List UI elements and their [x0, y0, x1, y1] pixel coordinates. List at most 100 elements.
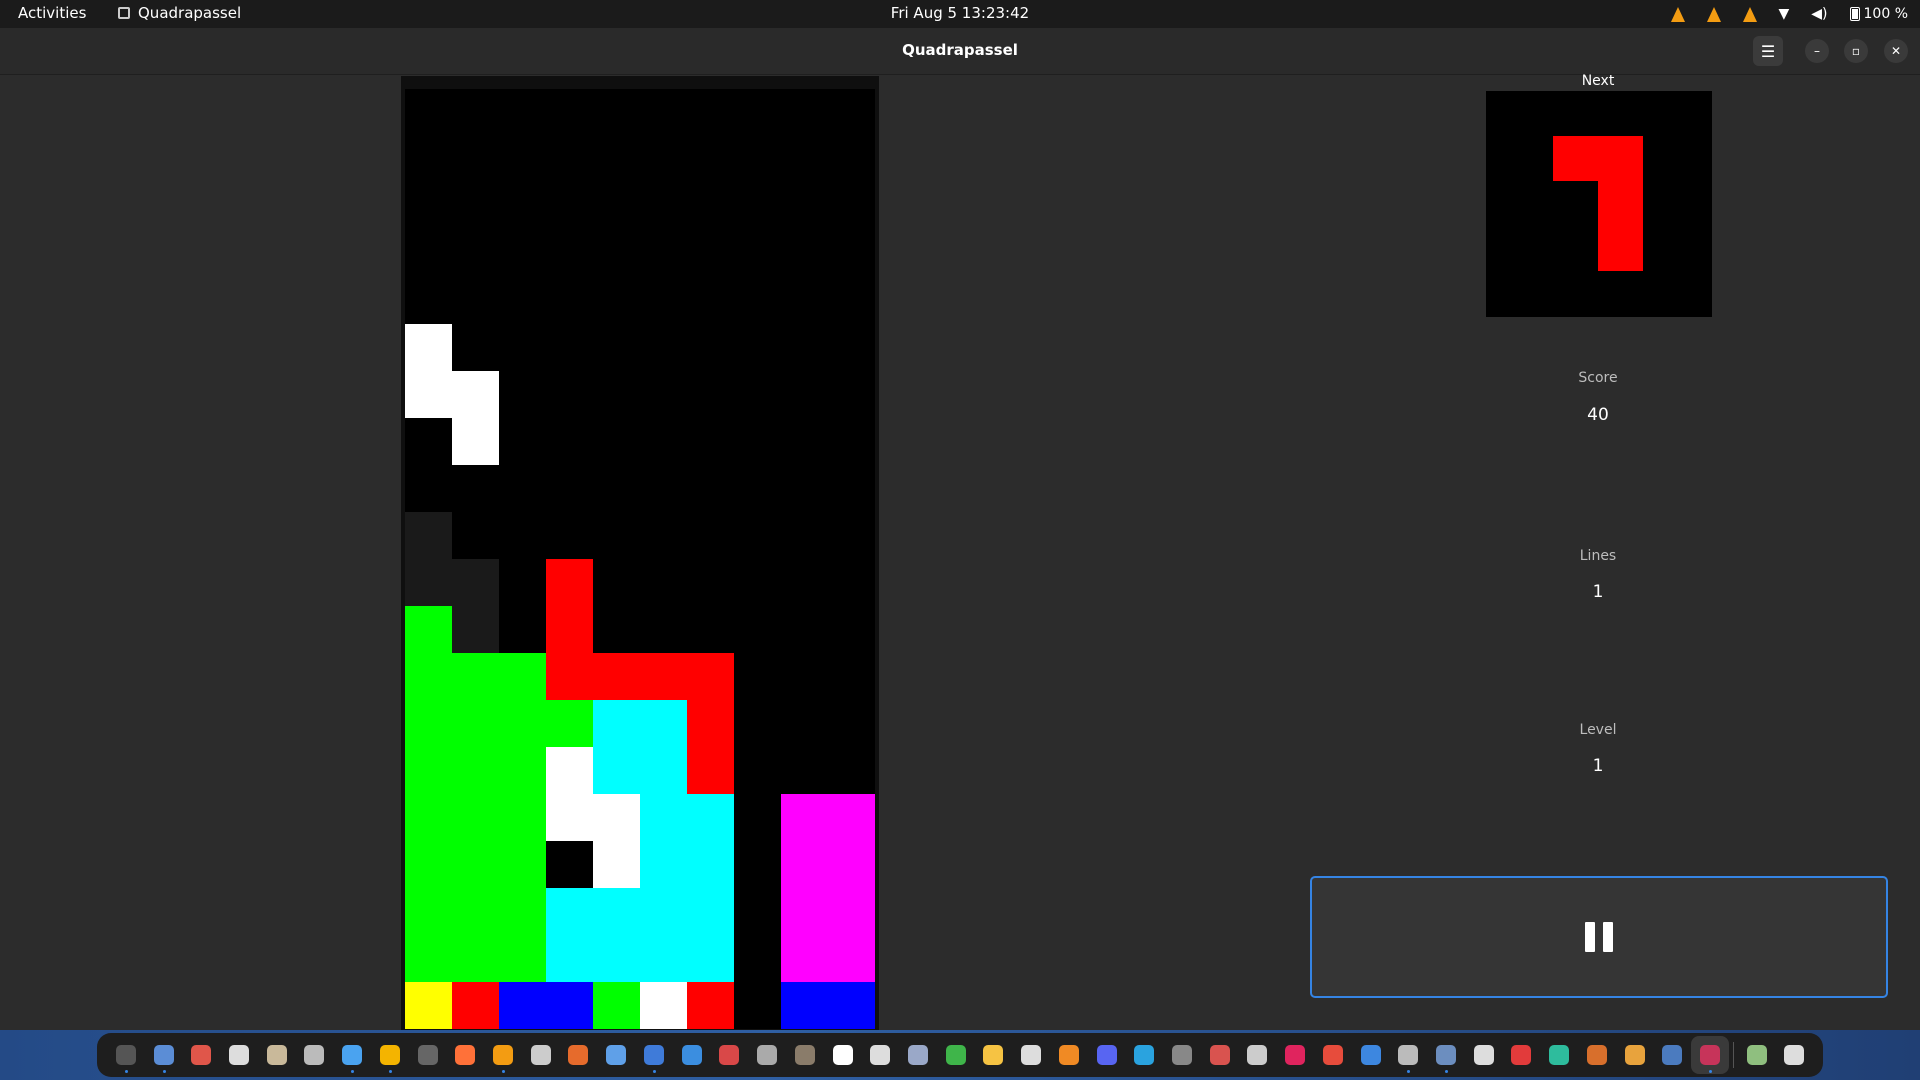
lines-label: Lines	[1579, 548, 1617, 564]
board-block-green	[452, 888, 499, 935]
dock-item[interactable]	[937, 1036, 975, 1074]
board-block-green	[452, 935, 499, 982]
dock-item[interactable]	[1616, 1036, 1654, 1074]
board-block-green	[593, 982, 640, 1029]
dock-item[interactable]	[560, 1036, 598, 1074]
wifi-icon[interactable]: ▼	[1779, 6, 1790, 22]
clock[interactable]: Fri Aug 5 13:23:42	[891, 4, 1029, 22]
board-block-magenta	[781, 841, 828, 888]
pause-button[interactable]	[1310, 876, 1888, 998]
dock-item[interactable]	[1276, 1036, 1314, 1074]
dock-item[interactable]	[824, 1036, 862, 1074]
chat-app-icon	[1624, 1045, 1645, 1065]
dock-item[interactable]	[1776, 1036, 1814, 1074]
app-menu-label: Quadrapassel	[138, 4, 242, 22]
dock-item[interactable]	[220, 1036, 258, 1074]
dock-item[interactable]	[446, 1036, 484, 1074]
dock-item[interactable]	[1125, 1036, 1163, 1074]
dock-item[interactable]	[748, 1036, 786, 1074]
dock-item[interactable]	[107, 1036, 145, 1074]
dock-item[interactable]	[1239, 1036, 1277, 1074]
minimize-button[interactable]: –	[1805, 39, 1829, 63]
dock-item[interactable]	[1012, 1036, 1050, 1074]
system-tray[interactable]: ▼ ◀) 100 %	[1670, 3, 1908, 25]
vlc-icon[interactable]	[1742, 6, 1757, 22]
board-block-magenta	[828, 841, 875, 888]
battery-indicator[interactable]: 100 %	[1849, 6, 1908, 22]
board-block-ghost	[405, 559, 452, 606]
dock-item[interactable]	[1578, 1036, 1616, 1074]
maximize-button[interactable]: ▫	[1844, 39, 1868, 63]
dock-item[interactable]	[597, 1036, 635, 1074]
board-block-green	[405, 935, 452, 982]
board-block-blue	[499, 982, 546, 1029]
close-button[interactable]: ✕	[1884, 39, 1908, 63]
dock-item[interactable]	[1691, 1036, 1729, 1074]
board-block-green	[452, 794, 499, 841]
dock-item[interactable]	[484, 1036, 522, 1074]
menu-button[interactable]: ☰	[1753, 36, 1783, 66]
board-block-blue	[546, 982, 593, 1029]
dock-item[interactable]	[1465, 1036, 1503, 1074]
dock-item[interactable]	[899, 1036, 937, 1074]
board-block-magenta	[781, 935, 828, 982]
dock-item[interactable]	[1088, 1036, 1126, 1074]
dock-item[interactable]	[1427, 1036, 1465, 1074]
running-indicator	[1709, 1070, 1713, 1073]
spreadsheet-app-icon	[945, 1045, 966, 1065]
dock-item[interactable]	[635, 1036, 673, 1074]
dock-item[interactable]	[333, 1036, 371, 1074]
dock-item[interactable]	[409, 1036, 447, 1074]
board-block-magenta	[781, 794, 828, 841]
board-block-green	[405, 794, 452, 841]
dock-item[interactable]	[975, 1036, 1013, 1074]
chrome-app-icon	[191, 1045, 212, 1065]
activities-button[interactable]: Activities	[18, 4, 86, 22]
dock-item[interactable]	[296, 1036, 334, 1074]
dock-item[interactable]	[145, 1036, 183, 1074]
console-app-icon	[417, 1045, 438, 1065]
game-board[interactable]	[405, 89, 875, 1029]
volume-icon[interactable]: ◀)	[1811, 6, 1827, 22]
dock-item[interactable]	[1503, 1036, 1541, 1074]
board-block-white	[546, 794, 593, 841]
board-block-cyan	[640, 747, 687, 794]
dock-item[interactable]	[182, 1036, 220, 1074]
board-block-magenta	[781, 888, 828, 935]
dock-item[interactable]	[522, 1036, 560, 1074]
dock-item[interactable]	[1163, 1036, 1201, 1074]
dock-item[interactable]	[258, 1036, 296, 1074]
running-indicator	[388, 1070, 392, 1073]
software-store-app-icon	[568, 1045, 589, 1065]
docs-app-icon	[643, 1045, 664, 1065]
dock-item[interactable]	[1314, 1036, 1352, 1074]
running-indicator	[502, 1070, 506, 1073]
app-menu[interactable]: Quadrapassel	[118, 4, 241, 22]
gimp-app-icon	[794, 1045, 815, 1065]
dock-item[interactable]	[371, 1036, 409, 1074]
board-block-green	[499, 935, 546, 982]
dock-item[interactable]	[1653, 1036, 1691, 1074]
telegram-app-icon	[1134, 1045, 1155, 1065]
dock-item[interactable]	[1050, 1036, 1088, 1074]
archive-app-icon	[266, 1045, 287, 1065]
dock-item[interactable]	[673, 1036, 711, 1074]
dock-item[interactable]	[711, 1036, 749, 1074]
next-piece-block	[1598, 226, 1643, 271]
next-label: Next	[1581, 73, 1615, 89]
dock-item[interactable]	[861, 1036, 899, 1074]
board-block-cyan	[546, 888, 593, 935]
vlc-icon[interactable]	[1670, 6, 1685, 22]
battery-percent: 100 %	[1863, 6, 1908, 22]
board-block-green	[499, 747, 546, 794]
trash-app-icon	[1746, 1045, 1767, 1065]
dock-item[interactable]	[1201, 1036, 1239, 1074]
dock-item[interactable]	[1389, 1036, 1427, 1074]
dock-item[interactable]	[1540, 1036, 1578, 1074]
vlc-icon[interactable]	[1706, 6, 1721, 22]
dock-item[interactable]	[1352, 1036, 1390, 1074]
dock-item[interactable]	[1738, 1036, 1776, 1074]
dock-item[interactable]	[786, 1036, 824, 1074]
restore-icon: ▫	[1851, 44, 1861, 58]
board-block-blue	[781, 982, 828, 1029]
